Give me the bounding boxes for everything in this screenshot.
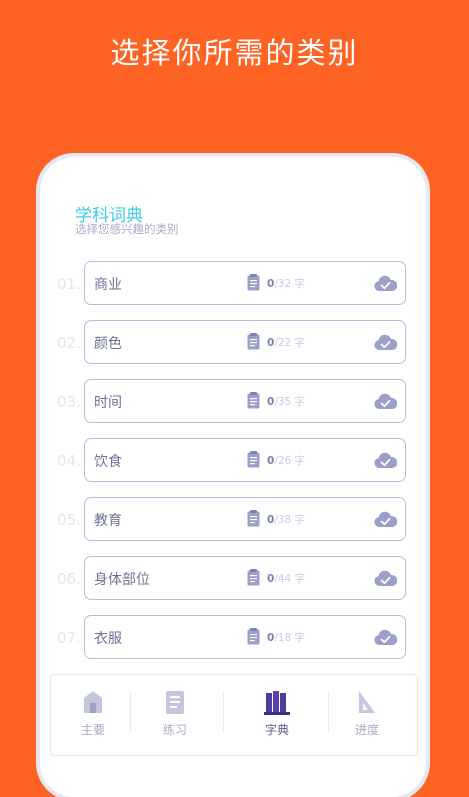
word-count: 0/32 字 — [267, 278, 306, 290]
dictionary-icon — [264, 691, 290, 715]
row-number: 05. — [57, 511, 81, 529]
tab-dictionary[interactable]: 字典 — [247, 689, 307, 738]
category-card-clothes[interactable]: 衣服 0/18 字 — [84, 615, 406, 659]
word-count: 0/35 字 — [267, 396, 306, 408]
tab-divider — [223, 693, 224, 731]
row-number: 04. — [57, 452, 81, 470]
category-row[interactable]: 07. 衣服 0/18 字 — [40, 615, 426, 659]
word-count: 0/18 字 — [267, 632, 306, 644]
word-count: 0/22 字 — [267, 337, 306, 349]
progress-icon — [359, 691, 375, 713]
category-name: 商业 — [94, 277, 122, 293]
category-card-time[interactable]: 时间 0/35 字 — [84, 379, 406, 423]
category-card-colors[interactable]: 颜色 0/22 字 — [84, 320, 406, 364]
category-row[interactable]: 05. 教育 0/38 字 — [40, 497, 426, 541]
row-number: 03. — [57, 393, 81, 411]
category-card-education[interactable]: 教育 0/38 字 — [84, 497, 406, 541]
notepad-icon — [247, 392, 260, 409]
tab-label: 字典 — [264, 723, 289, 737]
category-name: 时间 — [94, 395, 122, 411]
cloud-check-icon[interactable] — [374, 570, 397, 587]
notepad-icon — [247, 569, 260, 586]
tab-label: 进度 — [354, 723, 379, 737]
row-number: 02. — [57, 334, 81, 352]
headline: 选择你所需的类别 — [110, 36, 359, 70]
category-name: 身体部位 — [94, 572, 150, 588]
notepad-icon — [247, 333, 260, 350]
home-icon — [84, 691, 102, 713]
practice-icon — [166, 691, 184, 714]
category-row[interactable]: 03. 时间 0/35 字 — [40, 379, 426, 423]
section-subtitle: 选择您感兴趣的类别 — [75, 222, 179, 236]
tab-home[interactable]: 主要 — [63, 689, 123, 738]
category-name: 教育 — [94, 513, 122, 529]
notepad-icon — [247, 628, 260, 645]
tab-divider — [328, 693, 329, 731]
cloud-check-icon[interactable] — [374, 511, 397, 528]
notepad-icon — [247, 510, 260, 527]
cloud-check-icon[interactable] — [374, 393, 397, 410]
cloud-check-icon[interactable] — [374, 275, 397, 292]
category-row[interactable]: 06. 身体部位 0/44 字 — [40, 556, 426, 600]
notepad-icon — [247, 274, 260, 291]
row-number: 01. — [57, 275, 81, 293]
category-card-business[interactable]: 商业 0/32 字 — [84, 261, 406, 305]
category-row[interactable]: 02. 颜色 0/22 字 — [40, 320, 426, 364]
category-name: 饮食 — [94, 454, 122, 470]
cloud-check-icon[interactable] — [374, 452, 397, 469]
word-count: 0/38 字 — [267, 514, 306, 526]
category-row[interactable]: 04. 饮食 0/26 字 — [40, 438, 426, 482]
row-number: 06. — [57, 570, 81, 588]
category-card-food[interactable]: 饮食 0/26 字 — [84, 438, 406, 482]
category-row[interactable]: 01. 商业 0/32 字 — [40, 261, 426, 305]
tab-label: 练习 — [162, 723, 187, 737]
row-number: 07. — [57, 629, 81, 647]
tab-label: 主要 — [80, 723, 105, 737]
word-count: 0/26 字 — [267, 455, 306, 467]
bottom-tab-bar: 主要 练习 字典 进度 — [50, 674, 418, 756]
category-name: 衣服 — [94, 631, 122, 647]
word-count: 0/44 字 — [267, 573, 306, 585]
tab-divider — [130, 693, 131, 731]
tab-practice[interactable]: 练习 — [145, 689, 205, 738]
tab-progress[interactable]: 进度 — [337, 689, 397, 738]
category-name: 颜色 — [94, 336, 122, 352]
notepad-icon — [247, 451, 260, 468]
category-card-body-parts[interactable]: 身体部位 0/44 字 — [84, 556, 406, 600]
cloud-check-icon[interactable] — [374, 629, 397, 646]
cloud-check-icon[interactable] — [374, 334, 397, 351]
